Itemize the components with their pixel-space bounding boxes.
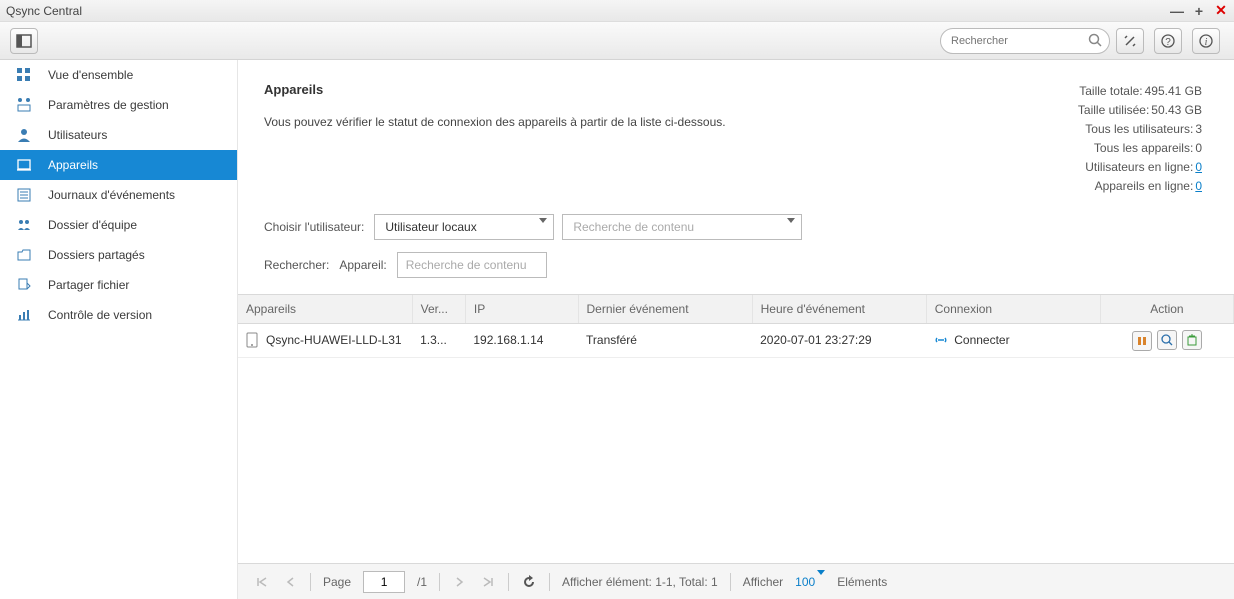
sidebar-item-label: Dossiers partagés [48, 248, 145, 262]
help-button[interactable]: ? [1154, 28, 1182, 54]
window-close-icon[interactable]: ✕ [1214, 4, 1228, 18]
device-version: 1.3... [412, 323, 465, 357]
teamfolder-icon [14, 215, 34, 235]
versioncontrol-icon [14, 305, 34, 325]
page-description: Vous pouvez vérifier le statut de connex… [264, 115, 1078, 129]
col-connection[interactable]: Connexion [926, 295, 1100, 323]
sidebar-item-label: Appareils [48, 158, 98, 172]
sidebar-item-sharedfolders[interactable]: Dossiers partagés [0, 240, 237, 270]
device-name: Qsync-HUAWEI-LLD-L31 [266, 333, 402, 347]
sharefile-icon [14, 275, 34, 295]
page-first-button[interactable] [254, 574, 270, 590]
overview-icon [14, 65, 34, 85]
svg-text:?: ? [1165, 37, 1171, 48]
display-label: Afficher [743, 575, 783, 589]
sidebar-item-label: Partager fichier [48, 278, 129, 292]
svg-text:i: i [1205, 37, 1208, 48]
sidebar-item-label: Contrôle de version [48, 308, 152, 322]
stat-all-users-label: Tous les utilisateurs: [1085, 120, 1193, 139]
user-select-value: Utilisateur locaux [385, 220, 476, 234]
device-ip: 192.168.1.14 [465, 323, 578, 357]
info-button[interactable]: i [1192, 28, 1220, 54]
sidebar-item-management[interactable]: Paramètres de gestion [0, 90, 237, 120]
detach-window-button[interactable] [10, 28, 38, 54]
sidebar-item-users[interactable]: Utilisateurs [0, 120, 237, 150]
device-label: Appareil: [339, 258, 386, 272]
stat-used-size-label: Taille utilisée: [1078, 101, 1149, 120]
col-event-time[interactable]: Heure d'événement [752, 295, 926, 323]
sidebar-item-eventlogs[interactable]: Journaux d'événements [0, 180, 237, 210]
refresh-button[interactable] [521, 574, 537, 590]
col-action[interactable]: Action [1100, 295, 1233, 323]
device-connection: Connecter [954, 333, 1009, 347]
content-search-placeholder: Recherche de contenu [573, 220, 694, 234]
stat-total-size-label: Taille totale: [1079, 82, 1142, 101]
device-event-time: 2020-07-01 23:27:29 [752, 323, 926, 357]
sidebar-item-devices[interactable]: Appareils [0, 150, 237, 180]
sidebar-item-label: Utilisateurs [48, 128, 107, 142]
chevron-down-icon [787, 223, 795, 237]
users-icon [14, 125, 34, 145]
chevron-down-icon [539, 223, 547, 237]
action-pause-button[interactable] [1132, 331, 1152, 351]
search-label: Rechercher: [264, 258, 329, 272]
tools-button[interactable] [1116, 28, 1144, 54]
page-prev-button[interactable] [282, 574, 298, 590]
stat-all-devices-label: Tous les appareils: [1094, 139, 1193, 158]
device-search-input[interactable] [397, 252, 547, 278]
page-last-button[interactable] [480, 574, 496, 590]
sidebar-item-overview[interactable]: Vue d'ensemble [0, 60, 237, 90]
window-minimize-icon[interactable]: — [1170, 4, 1184, 18]
col-ip[interactable]: IP [465, 295, 578, 323]
page-next-button[interactable] [452, 574, 468, 590]
search-icon [1088, 33, 1102, 47]
choose-user-label: Choisir l'utilisateur: [264, 220, 364, 234]
action-details-button[interactable] [1157, 330, 1177, 350]
action-delete-button[interactable] [1182, 330, 1202, 350]
link-icon [934, 333, 948, 347]
sidebar-item-sharefile[interactable]: Partager fichier [0, 270, 237, 300]
management-icon [14, 95, 34, 115]
stat-devices-online-link[interactable]: 0 [1195, 177, 1202, 196]
page-number-input[interactable] [363, 571, 405, 593]
sidebar-item-label: Journaux d'événements [48, 188, 175, 202]
showing-label: Afficher élément: 1-1, Total: 1 [562, 575, 718, 589]
stat-all-users-value: 3 [1195, 120, 1202, 139]
page-size-value: 100 [795, 575, 815, 589]
stat-total-size-value: 495.41 GB [1145, 82, 1202, 101]
stat-users-online-label: Utilisateurs en ligne: [1085, 158, 1193, 177]
window-maximize-icon[interactable]: + [1192, 4, 1206, 18]
page-label: Page [323, 575, 351, 589]
table-row[interactable]: Qsync-HUAWEI-LLD-L31 1.3... 192.168.1.14… [238, 323, 1234, 357]
page-total: /1 [417, 575, 427, 589]
elements-label: Eléments [837, 575, 887, 589]
chevron-down-icon [817, 575, 825, 589]
stat-devices-online-label: Appareils en ligne: [1095, 177, 1194, 196]
sidebar-item-teamfolder[interactable]: Dossier d'équipe [0, 210, 237, 240]
device-last-event: Transféré [578, 323, 752, 357]
eventlogs-icon [14, 185, 34, 205]
stat-used-size-value: 50.43 GB [1151, 101, 1202, 120]
mobile-device-icon [246, 332, 258, 348]
stat-all-devices-value: 0 [1195, 139, 1202, 158]
col-device[interactable]: Appareils [238, 295, 412, 323]
sidebar-item-versioncontrol[interactable]: Contrôle de version [0, 300, 237, 330]
stat-users-online-link[interactable]: 0 [1195, 158, 1202, 177]
global-search-input[interactable] [940, 28, 1110, 54]
sidebar-item-label: Dossier d'équipe [48, 218, 137, 232]
sidebar-item-label: Vue d'ensemble [48, 68, 133, 82]
page-title: Appareils [264, 82, 1078, 97]
window-title: Qsync Central [6, 4, 1170, 18]
page-size-select[interactable]: 100 [795, 575, 825, 589]
sidebar-item-label: Paramètres de gestion [48, 98, 169, 112]
content-search-select[interactable]: Recherche de contenu [562, 214, 802, 240]
col-last-event[interactable]: Dernier événement [578, 295, 752, 323]
devices-icon [14, 155, 34, 175]
sharedfolders-icon [14, 245, 34, 265]
col-version[interactable]: Ver... [412, 295, 465, 323]
user-select[interactable]: Utilisateur locaux [374, 214, 554, 240]
